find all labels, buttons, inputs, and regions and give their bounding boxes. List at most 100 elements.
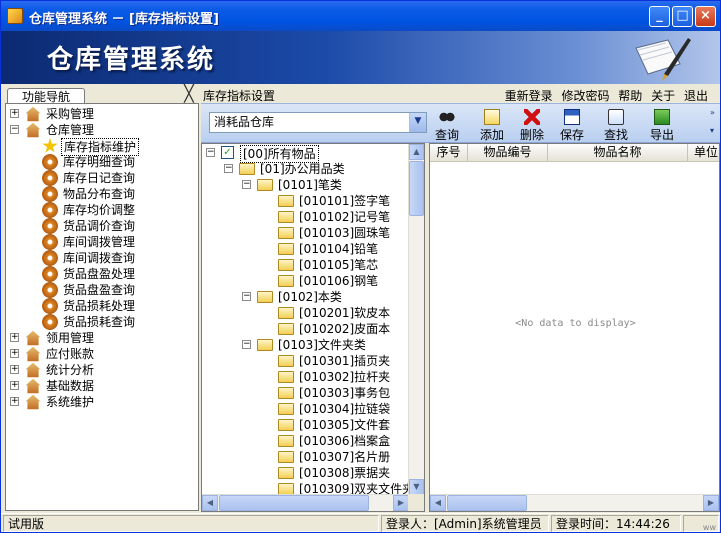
collapse-icon[interactable]: − <box>242 340 251 349</box>
expand-icon[interactable]: + <box>10 349 19 358</box>
node-label: 采购管理 <box>46 107 95 121</box>
status-login-time: 登录时间：14:44:26 <box>551 515 681 532</box>
node-label: [010304]拉链袋 <box>299 402 391 416</box>
scroll-thumb[interactable] <box>219 495 369 511</box>
folder-icon <box>278 307 294 319</box>
checkbox-icon: ✓ <box>221 146 234 159</box>
column-header-item-name[interactable]: 物品名称 <box>548 144 688 162</box>
item-tree-vertical-scrollbar[interactable]: ▲ ▼ <box>408 144 424 495</box>
scroll-left-icon[interactable]: ◀ <box>202 495 218 511</box>
expand-icon[interactable]: + <box>10 365 19 374</box>
collapse-icon[interactable]: − <box>224 164 233 173</box>
node-label: 货品盘盈查询 <box>63 283 136 297</box>
expand-icon[interactable]: + <box>10 381 19 390</box>
folder-icon <box>257 179 273 191</box>
empty-grid-text: <No data to display> <box>515 318 636 329</box>
export-button[interactable]: 导出 <box>644 107 680 142</box>
grid-header: 序号 物品编号 物品名称 单位 <box>430 144 719 162</box>
add-button[interactable]: 添加 <box>474 107 510 142</box>
floppy-disk-icon <box>564 109 580 125</box>
node-label: [010308]票据夹 <box>299 466 391 480</box>
gear-icon <box>42 218 58 234</box>
scroll-left-icon[interactable]: ◀ <box>430 495 446 511</box>
status-extra: ww <box>683 515 719 532</box>
grid-horizontal-scrollbar[interactable]: ◀ ▶ <box>430 494 719 511</box>
collapse-icon[interactable]: − <box>242 180 251 189</box>
folder-icon <box>278 195 294 207</box>
toolbar-overflow-icon[interactable]: » ▾ <box>710 104 718 142</box>
delete-button[interactable]: 删除 <box>514 107 550 142</box>
nav-close-icon[interactable]: ╳ <box>180 85 198 103</box>
resize-grip-icon[interactable]: ww <box>703 520 716 531</box>
node-label: [010105]笔芯 <box>299 258 379 272</box>
node-label: [010302]拉杆夹 <box>299 370 391 384</box>
node-label: [010202]皮面本 <box>299 322 391 336</box>
maximize-button[interactable]: □ <box>672 6 693 27</box>
add-label: 添加 <box>479 128 504 142</box>
find-button[interactable]: 查找 <box>598 107 634 142</box>
status-bar: 试用版 登录人：[Admin]系统管理员 登录时间：14:44:26 ww <box>1 513 720 532</box>
save-label: 保存 <box>559 128 584 142</box>
house-icon <box>25 362 41 378</box>
help-link[interactable]: 帮助 <box>618 89 642 103</box>
scroll-up-icon[interactable]: ▲ <box>409 144 424 160</box>
about-link[interactable]: 关于 <box>651 89 675 103</box>
column-header-item-code[interactable]: 物品编号 <box>468 144 548 162</box>
gear-icon <box>42 250 58 266</box>
folder-icon <box>278 435 294 447</box>
collapse-icon[interactable]: − <box>206 148 215 157</box>
find-label: 查找 <box>603 128 628 142</box>
exit-link[interactable]: 退出 <box>684 89 708 103</box>
gear-icon <box>42 234 58 250</box>
gear-icon <box>42 266 58 282</box>
app-icon <box>7 8 23 24</box>
save-button[interactable]: 保存 <box>554 107 590 142</box>
folder-icon <box>278 355 294 367</box>
node-label: 货品盘盈处理 <box>63 267 136 281</box>
minimize-button[interactable]: _ <box>649 6 670 27</box>
gear-icon <box>42 314 58 330</box>
chevron-down-icon[interactable]: ▼ <box>409 113 426 132</box>
title-bar[interactable]: 仓库管理系统 － [库存指标设置] _ □ × <box>1 1 720 31</box>
expand-icon[interactable]: + <box>10 109 19 118</box>
top-links: 重新登录 修改密码 帮助 关于 退出 <box>500 87 708 104</box>
item-tree-horizontal-scrollbar[interactable]: ◀ ▶ <box>202 494 409 511</box>
scroll-thumb[interactable] <box>447 495 527 511</box>
scroll-corner <box>408 494 424 511</box>
query-button[interactable]: 查询 <box>429 107 465 142</box>
collapse-icon[interactable]: − <box>10 125 19 134</box>
node-label: 基础数据 <box>46 379 95 393</box>
expand-icon[interactable]: + <box>10 397 19 406</box>
scroll-right-icon[interactable]: ▶ <box>393 495 409 511</box>
change-password-link[interactable]: 修改密码 <box>561 89 609 103</box>
warehouse-select[interactable]: 消耗品仓库 ▼ <box>209 112 427 133</box>
folder-icon <box>278 371 294 383</box>
close-button[interactable]: × <box>695 6 716 27</box>
column-header-unit[interactable]: 单位 <box>688 144 719 162</box>
item-tree: − ✓ [00]所有物品 − [01]办公用品类 − [0101]笔类 [010101]签字笔… <box>201 143 425 512</box>
node-label: [010103]圆珠笔 <box>299 226 391 240</box>
banner-app-name: 仓库管理系统 <box>47 45 216 75</box>
house-icon <box>25 378 41 394</box>
delete-label: 删除 <box>519 128 544 142</box>
scroll-down-icon[interactable]: ▼ <box>409 479 424 495</box>
node-label: [010301]插页夹 <box>299 354 391 368</box>
expand-icon[interactable]: + <box>10 333 19 342</box>
warehouse-value: 消耗品仓库 <box>214 115 275 129</box>
folder-icon <box>278 387 294 399</box>
scroll-thumb[interactable] <box>409 161 424 216</box>
node-label: 应付账款 <box>46 347 95 361</box>
app-banner: 仓库管理系统 <box>1 31 720 84</box>
binoculars-icon <box>439 109 455 125</box>
collapse-icon[interactable]: − <box>242 292 251 301</box>
scroll-right-icon[interactable]: ▶ <box>703 495 719 511</box>
node-label: 库存明细查询 <box>63 155 136 169</box>
folder-icon <box>278 451 294 463</box>
query-label: 查询 <box>434 128 459 142</box>
relogin-link[interactable]: 重新登录 <box>505 89 553 103</box>
status-edition: 试用版 <box>3 515 379 532</box>
folder-icon <box>278 403 294 415</box>
column-header-index[interactable]: 序号 <box>430 144 468 162</box>
node-label: 库间调拨管理 <box>63 235 136 249</box>
node-label: [010305]文件套 <box>299 418 391 432</box>
